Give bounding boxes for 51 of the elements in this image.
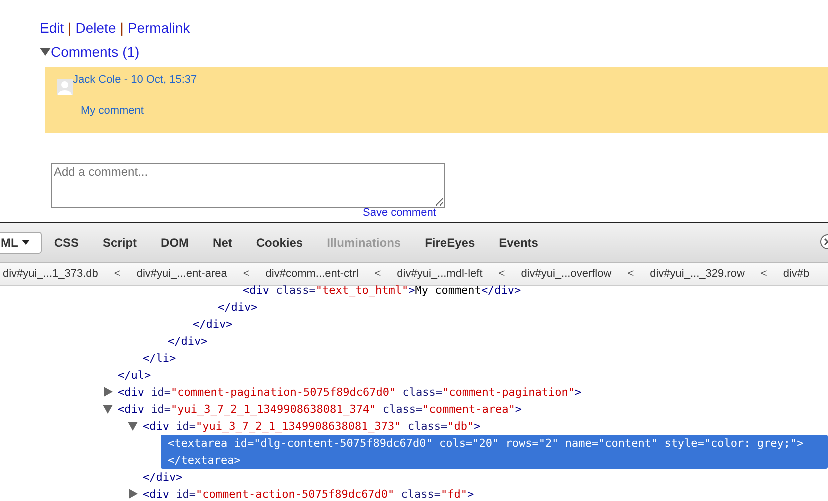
breadcrumb-separator: < [243,268,250,280]
breadcrumb-separator: < [374,268,382,280]
devtools-tab[interactable]: DOM [149,232,202,254]
breadcrumb-item[interactable]: div#yui_..._329.row [650,268,745,280]
breadcrumb-separator: < [114,268,121,280]
devtools-tab[interactable]: CSS [42,232,92,254]
code-line: </div> [143,470,183,486]
code-line: </div> [218,300,258,316]
save-comment-link[interactable]: Save comment [363,207,436,219]
selected-node-highlight[interactable]: <textarea id="dlg-content-5075f89dc67d0" cols="20" rows="2" name="content" style="color: grey;"> </textarea> [161,435,828,469]
breadcrumb-separator: < [628,268,634,280]
breadcrumb-item[interactable]: div#yui_...overflow [521,268,612,280]
breadcrumb-item[interactable]: div#yui_...mdl-left [397,268,483,280]
code-line: <div id="comment-pagination-5075f89dc67d0" class="comment-pagination"> [118,385,582,401]
code-line: </li> [143,351,176,367]
code-line: <div id="comment-action-5075f89dc67d0" class="fd"> [143,487,474,501]
disclosure-triangle-icon[interactable] [40,48,51,56]
devtools-tab[interactable]: Events [487,232,550,254]
comment-text: My comment [81,105,144,117]
separator: | [120,20,124,36]
breadcrumb-item[interactable]: div#yui_...ent-area [136,268,228,280]
comment-field[interactable]: Add a comment... [51,163,445,208]
disclosure-triangle-icon[interactable] [128,489,138,499]
code-line: <div id="yui_3_7_2_1_1349908638081_373" class="db"> [143,419,481,435]
disclosure-triangle-icon[interactable] [103,387,113,397]
code-line: </ul> [118,368,152,384]
devtools-tab[interactable]: FireEyes [413,232,488,254]
code-line: <textarea id="dlg-content-5075f89dc67d0" cols="20" rows="2" name="content" style="color: grey;"> [168,436,804,452]
action-link[interactable]: Permalink [128,20,190,36]
devtools-tab[interactable]: ML [0,232,42,254]
devtools-tab[interactable]: Cookies [244,232,316,254]
code-line: <div class="text_to_html">My comment</div> [243,283,522,299]
comments-link[interactable]: Comments (1) [51,44,140,60]
action-link[interactable]: Delete [76,20,116,36]
breadcrumb-separator: < [498,268,506,280]
devtools-tab[interactable]: Net [201,232,244,254]
avatar-icon [57,79,73,95]
comment-author-link[interactable]: Jack Cole - 10 Oct, 15:37 [73,74,198,86]
breadcrumb-item[interactable]: div#b [783,268,810,280]
devtools-tab[interactable]: Script [91,232,150,254]
breadcrumb-separator: < [760,268,768,280]
breadcrumb-item[interactable]: div#yui_...1_373.db [3,268,98,280]
code-line: </textarea> [168,453,241,469]
code-line: </div> [168,334,208,350]
separator: | [68,20,72,36]
disclosure-triangle-icon[interactable] [128,421,138,431]
disclosure-triangle-icon[interactable] [103,404,113,414]
code-line: <div id="yui_3_7_2_1_1349908638081_374" class="comment-area"> [118,402,522,418]
action-link[interactable]: Edit [40,20,64,36]
code-line: </div> [193,317,233,333]
breadcrumb-item[interactable]: div#comm...ent-ctrl [266,268,359,280]
